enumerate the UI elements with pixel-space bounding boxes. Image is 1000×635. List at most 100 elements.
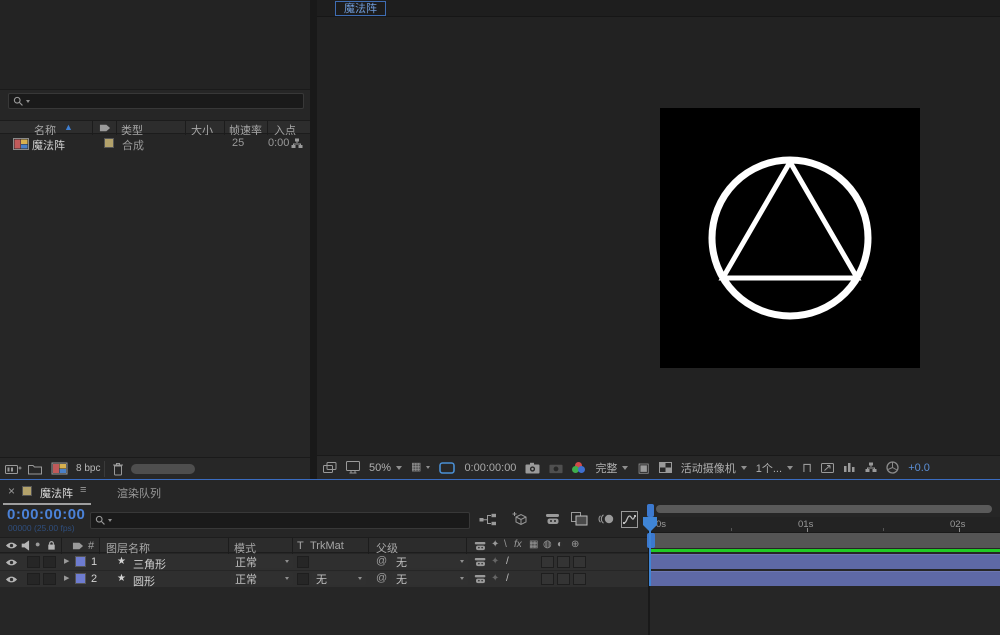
fx-column-icon[interactable]: fx xyxy=(514,540,522,550)
preserve-transparency-box[interactable] xyxy=(297,556,309,568)
channels-settings-button[interactable] xyxy=(572,462,586,474)
item-name[interactable]: 魔法阵 xyxy=(32,137,65,153)
parent-pickwhip-icon[interactable]: @ xyxy=(376,573,387,584)
work-area-bar[interactable] xyxy=(650,533,1000,548)
timeline-comp-tab[interactable]: 魔法阵 xyxy=(40,485,73,501)
panel-menu-icon[interactable]: ≡ xyxy=(80,485,86,496)
show-snapshot-icon[interactable] xyxy=(549,462,563,474)
shy-switch-icon[interactable] xyxy=(474,574,487,584)
3d-switch-box[interactable] xyxy=(573,556,586,568)
time-navigator-start-handle[interactable] xyxy=(647,504,654,517)
quality-switch-icon[interactable]: / xyxy=(506,573,509,584)
collapse-switch-icon[interactable]: ✦ xyxy=(491,556,499,567)
expand-arrow-icon[interactable]: ▶ xyxy=(64,575,69,582)
lock-icon[interactable] xyxy=(46,540,57,551)
3d-column-icon[interactable]: ⊕ xyxy=(571,540,579,550)
quality-switch-icon[interactable]: / xyxy=(506,556,509,567)
comp-mini-flowchart-icon[interactable] xyxy=(479,513,497,526)
comp-viewer-tab[interactable]: 魔法阵 xyxy=(335,1,386,16)
viewer-current-time[interactable]: 0:00:00:00 xyxy=(464,462,516,474)
layer-label-color[interactable] xyxy=(75,556,86,567)
motion-blur-icon[interactable] xyxy=(598,512,615,526)
project-search-input[interactable] xyxy=(8,93,304,109)
item-label-color[interactable] xyxy=(104,138,114,148)
view-layout-select[interactable]: 1个... xyxy=(756,460,793,476)
video-eye-icon[interactable] xyxy=(5,541,18,550)
magnification-select[interactable]: 50% xyxy=(369,462,402,474)
shy-switch-icon[interactable] xyxy=(474,557,487,567)
horizontal-scrollbar[interactable] xyxy=(131,464,195,474)
column-t[interactable]: T xyxy=(297,540,304,552)
pixel-aspect-ratio-icon[interactable]: ⊓ xyxy=(802,461,812,474)
video-eye-icon[interactable] xyxy=(5,575,18,584)
frame-blend-switch-box[interactable] xyxy=(541,573,554,585)
graph-editor-icon[interactable] xyxy=(621,511,638,528)
current-time-display[interactable]: 0:00:00:00 xyxy=(7,506,85,523)
close-tab-icon[interactable]: × xyxy=(8,485,15,497)
label-column-icon[interactable] xyxy=(72,541,84,551)
comp-label-color[interactable] xyxy=(22,486,32,496)
time-navigator-bar[interactable] xyxy=(656,505,992,513)
time-ruler[interactable]: 0s 01s 02s xyxy=(650,517,1000,533)
preserve-transparency-box[interactable] xyxy=(297,573,309,585)
adjustment-column-icon[interactable]: ◐ xyxy=(557,540,563,550)
reset-exposure-icon[interactable] xyxy=(886,461,899,474)
parent-select[interactable]: 无 xyxy=(392,572,468,585)
solo-icon[interactable]: ● xyxy=(35,540,40,549)
layer-name[interactable]: 三角形 xyxy=(133,556,166,572)
blend-mode-select[interactable]: 正常 xyxy=(231,572,293,585)
quality-column-icon[interactable]: \ xyxy=(504,540,507,550)
video-eye-icon[interactable] xyxy=(5,558,18,567)
sort-ascending-icon[interactable]: ▲ xyxy=(64,122,73,132)
new-composition-icon[interactable] xyxy=(51,462,68,475)
panel-divider[interactable] xyxy=(310,0,317,479)
3d-switch-box[interactable] xyxy=(573,573,586,585)
grid-guides-options-button[interactable]: ▦ xyxy=(411,462,430,473)
layer-label-color[interactable] xyxy=(75,573,86,584)
main-viewer-icon[interactable] xyxy=(346,461,360,474)
bpc-button[interactable]: 8 bpc xyxy=(76,463,100,474)
trash-icon[interactable] xyxy=(112,462,124,476)
playhead-marker[interactable] xyxy=(643,517,657,532)
motion-blur-switch-box[interactable] xyxy=(557,573,570,585)
collapse-column-icon[interactable]: ✦ xyxy=(491,540,499,550)
layer-duration-bar[interactable] xyxy=(650,571,1000,586)
always-preview-icon[interactable] xyxy=(323,462,337,474)
timeline-search-input[interactable] xyxy=(90,512,470,529)
transparency-grid-icon[interactable] xyxy=(659,462,672,473)
fast-previews-icon[interactable] xyxy=(821,462,834,474)
label-column-icon[interactable] xyxy=(99,123,111,133)
audio-switch-box[interactable] xyxy=(27,573,40,585)
frame-blend-switch-box[interactable] xyxy=(541,556,554,568)
audio-speaker-icon[interactable] xyxy=(21,540,31,551)
new-folder-icon[interactable] xyxy=(28,463,42,475)
motion-blur-column-icon[interactable]: ◍ xyxy=(543,540,552,550)
frame-blending-icon[interactable] xyxy=(571,512,588,526)
layer-row[interactable]: ▶ 1 ★ 三角形 正常 @ 无 ✦ / xyxy=(0,554,649,570)
column-trkmat[interactable]: TrkMat xyxy=(310,540,344,552)
exposure-value[interactable]: +0.0 xyxy=(908,462,930,474)
hide-shy-layers-icon[interactable] xyxy=(545,513,561,525)
render-queue-tab[interactable]: 渲染队列 xyxy=(117,485,161,501)
shy-column-icon[interactable] xyxy=(474,541,487,551)
audio-switch-box[interactable] xyxy=(27,556,40,568)
mask-path-visibility-button[interactable] xyxy=(439,462,455,474)
interpret-footage-icon[interactable] xyxy=(5,463,22,475)
expand-arrow-icon[interactable]: ▶ xyxy=(64,558,69,565)
composition-canvas[interactable] xyxy=(660,108,920,368)
lock-switch-box[interactable] xyxy=(43,573,56,585)
parent-pickwhip-icon[interactable]: @ xyxy=(376,556,387,567)
timeline-button-icon[interactable] xyxy=(843,462,856,473)
3d-view-select[interactable]: 活动摄像机 xyxy=(681,460,747,476)
lock-switch-box[interactable] xyxy=(43,556,56,568)
collapse-switch-icon[interactable]: ✦ xyxy=(491,573,499,584)
parent-select[interactable]: 无 xyxy=(392,555,468,568)
layer-name[interactable]: 圆形 xyxy=(133,573,155,589)
comp-flowchart-button-icon[interactable] xyxy=(865,462,877,473)
blend-mode-select[interactable]: 正常 xyxy=(231,555,293,568)
column-number[interactable]: # xyxy=(88,540,94,552)
project-item-row[interactable]: 魔法阵 合成 25 0:00 xyxy=(0,135,310,152)
layer-duration-bar[interactable] xyxy=(650,554,1000,569)
layer-row[interactable]: ▶ 2 ★ 圆形 正常 无 @ 无 ✦ / xyxy=(0,571,649,587)
motion-blur-switch-box[interactable] xyxy=(557,556,570,568)
